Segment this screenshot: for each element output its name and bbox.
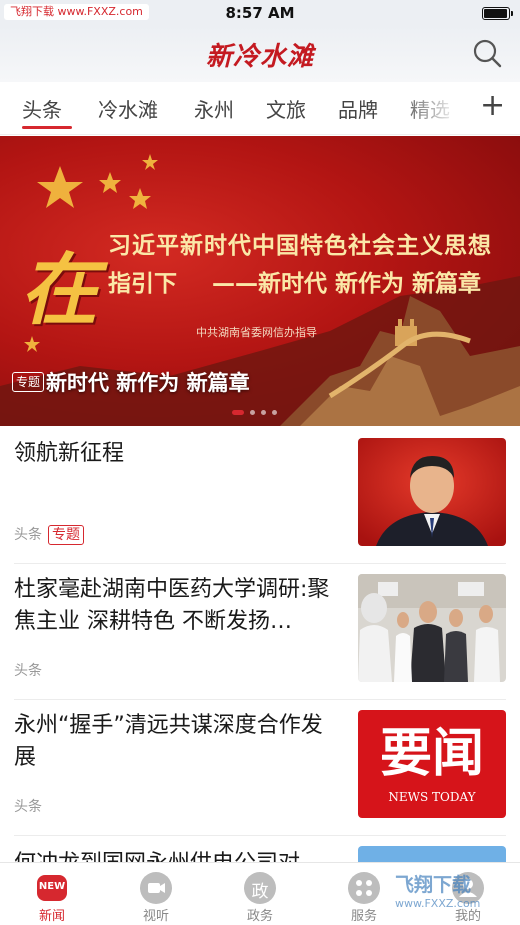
topic-badge: 专题 [12,372,45,392]
meeting-thumbnail [358,574,506,682]
news-source: 头条 [14,527,42,543]
yaowen-text: 要闻 [379,724,484,784]
carousel-indicator [232,402,283,421]
carousel-dot[interactable] [261,410,266,415]
tabbar-video[interactable]: 视听 [104,863,208,925]
app-logo: 新冷水滩 [205,42,314,72]
banner-caption: 新时代 新作为 新篇章 [46,371,250,395]
star-icon [142,154,158,170]
star-icon [99,172,121,193]
news-item[interactable]: 杜家毫赴湖南中医药大学调研:聚焦主业 深耕特色 不断发扬… 头条 [0,564,520,700]
portrait-thumbnail [358,438,506,546]
news-meta: 头条 专题 [14,524,84,545]
video-icon [140,872,172,904]
banner-headline-line2-right: ——新时代 新作为 新篇章 [212,271,482,297]
news-item[interactable]: 领航新征程 头条 专题 [0,428,520,564]
banner-subtitle: 中共湖南省委网信办指导 [196,326,317,339]
battery-level [484,9,507,18]
watermark-bottom-right: 飞翔下载 www.FXXZ.com [395,870,480,910]
banner-carousel[interactable]: 在 习近平新时代中国特色社会主义思想 指引下 ——新时代 新作为 新篇章 中共湖… [0,136,520,426]
government-glyph: 政 [251,882,269,902]
banner-big-char: 在 [20,245,99,336]
active-tab-indicator [22,126,72,129]
tab-brand[interactable]: 品牌 [338,94,378,123]
banner-headline-line1: 习近平新时代中国特色社会主义思想 [108,233,492,259]
search-icon[interactable] [472,38,502,68]
news-source: 头条 [14,799,42,815]
carousel-dot[interactable] [250,410,255,415]
news-title: 领航新征程 [14,441,125,466]
channel-tabs: 头条 冷水滩 永州 文旅 品牌 精选 + [0,82,520,135]
watermark-title: 飞翔下载 [395,874,472,896]
news-icon: NEW [37,875,67,901]
news-source: 头条 [14,663,42,679]
tabbar-government[interactable]: 政 政务 [208,863,312,925]
news-title: 杜家毫赴湖南中医药大学调研:聚焦主业 深耕特色 不断发扬… [14,577,330,634]
service-icon [348,872,380,904]
banner-headline-line2-left: 指引下 [108,271,177,297]
carousel-dot[interactable] [272,410,277,415]
star-icon [129,188,151,209]
tabbar-label: 视听 [142,909,169,924]
carousel-dot[interactable] [232,410,244,415]
tabbar-news[interactable]: NEW 新闻 [0,863,104,925]
add-channel-button[interactable]: + [480,88,505,124]
status-bar: 飞翔下载 www.FXXZ.com 8:57 AM [0,0,520,26]
news-meta: 头条 [14,660,42,680]
tabbar-label: 政务 [246,909,273,924]
news-item[interactable]: 永州“握手”清远共谋深度合作发展 头条 要闻 NEWS TODAY [0,700,520,836]
tab-culture-tourism[interactable]: 文旅 [266,94,306,123]
yaowen-subtext: NEWS TODAY [388,790,476,804]
yaowen-thumbnail: 要闻 NEWS TODAY [358,710,506,818]
tabbar-label: 新闻 [38,909,65,924]
watermark-url: www.FXXZ.com [395,897,481,910]
tab-headline[interactable]: 头条 [22,94,62,123]
tab-yongzhou[interactable]: 永州 [194,94,234,123]
status-time: 8:57 AM [225,4,295,22]
topic-tag: 专题 [48,525,84,545]
tab-lengshuitan[interactable]: 冷水滩 [98,94,158,123]
tab-fade [395,82,470,134]
new-badge: NEW [38,881,66,892]
news-meta: 头条 [14,796,42,816]
star-icon [37,166,83,208]
app-header: 新冷水滩 [0,26,520,82]
battery-icon [482,7,513,20]
government-icon: 政 [244,872,276,904]
news-title: 永州“握手”清远共谋深度合作发展 [14,713,323,770]
